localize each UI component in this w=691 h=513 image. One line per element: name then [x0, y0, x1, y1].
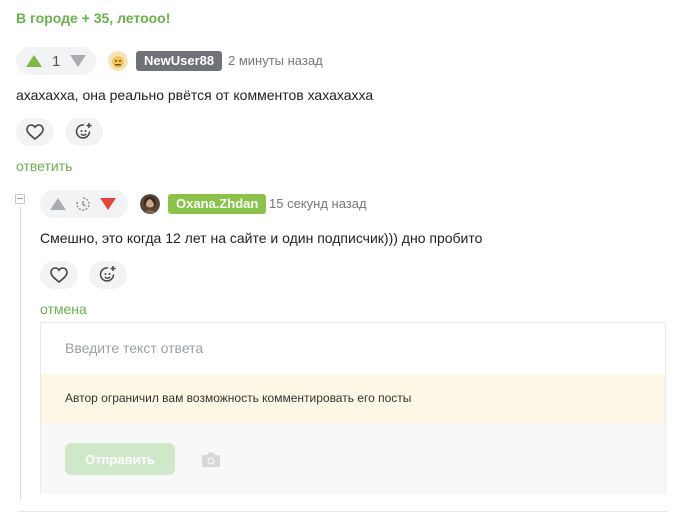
reply-form: Автор ограничил вам возможность комменти… [40, 322, 666, 494]
divider [18, 511, 668, 512]
vote-control: 1 [16, 47, 96, 75]
smile-plus-icon [75, 123, 92, 139]
restriction-notice: Автор ограничил вам возможность комменти… [41, 374, 665, 423]
comment-text: ахахахха, она реально рвётся от комменто… [16, 87, 374, 103]
avatar-icon [140, 194, 160, 214]
upvote-icon[interactable] [50, 198, 66, 210]
avatar[interactable] [108, 51, 128, 71]
camera-icon[interactable] [201, 451, 221, 473]
vote-count: 1 [52, 52, 61, 70]
avatar[interactable] [140, 194, 160, 214]
upvote-icon[interactable] [26, 55, 42, 67]
cancel-link[interactable]: отмена [40, 301, 87, 317]
downvote-icon[interactable] [100, 198, 116, 210]
comment-time: 2 минуты назад [228, 53, 323, 68]
add-reaction-button[interactable] [89, 261, 127, 289]
previous-comment-text: В городе + 35, летооо! [16, 10, 171, 26]
pending-rating-icon [75, 196, 91, 212]
reply-link[interactable]: ответить [16, 158, 72, 174]
reply-input[interactable] [41, 323, 665, 373]
add-reaction-button[interactable] [65, 118, 103, 146]
like-button[interactable] [40, 261, 78, 289]
username-badge[interactable]: Oxana.Zhdan [168, 194, 267, 214]
collapse-thread-button[interactable] [15, 194, 25, 204]
downvote-icon[interactable] [70, 55, 87, 67]
vote-control [40, 190, 128, 218]
comment-time: 15 секунд назад [269, 196, 367, 211]
username-badge[interactable]: NewUser88 [136, 51, 223, 71]
comment-text: Смешно, это когда 12 лет на сайте и один… [40, 230, 483, 246]
like-button[interactable] [16, 118, 54, 146]
smile-plus-icon [99, 266, 116, 282]
heart-icon [50, 267, 68, 283]
thread-line [20, 206, 21, 502]
avatar-icon [108, 51, 128, 71]
send-button[interactable]: Отправить [65, 443, 175, 475]
reply-form-footer: Отправить [41, 423, 665, 494]
heart-icon [26, 124, 44, 140]
